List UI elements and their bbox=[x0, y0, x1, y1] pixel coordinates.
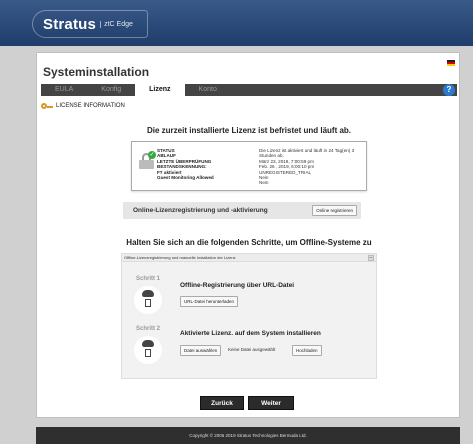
footer-copyright: Copyright © 2006 2019 Stratus Technologi… bbox=[36, 427, 460, 444]
license-headline: Die zurzeit installierte Lizenz ist befr… bbox=[146, 126, 352, 135]
step2-title: Aktivierte Lizenz. auf dem System instal… bbox=[180, 330, 321, 337]
accordion-header[interactable]: Offline-Lizenzregistrierung und manuelle… bbox=[122, 254, 376, 262]
top-bar: Stratus ztC Edge bbox=[0, 0, 473, 46]
step-lizenz: Lizenz bbox=[135, 84, 185, 96]
value-guest-monitoring: Nein bbox=[259, 180, 269, 186]
wizard-steps: EULA Konfig Lizenz Konto ? bbox=[41, 84, 457, 96]
label-guest-monitoring: Guest Monitoring Allowed bbox=[157, 175, 214, 181]
step-konfig: Konfig bbox=[101, 86, 122, 93]
step2-number: Schritt 2 bbox=[136, 326, 161, 332]
offline-accordion: Offline-Lizenzregistrierung und manuelle… bbox=[121, 253, 377, 379]
document-icon bbox=[145, 349, 151, 357]
help-icon[interactable]: ? bbox=[443, 84, 455, 96]
license-labels: STATUS ABLAUF LETZTE ÜBERPRÜFUNG BESTAND… bbox=[157, 148, 214, 180]
step-eula: EULA bbox=[55, 86, 74, 93]
document-icon bbox=[145, 299, 151, 307]
cloud-icon bbox=[142, 340, 154, 347]
no-file-selected-label: Keine Datei ausgewählt bbox=[228, 347, 276, 352]
download-url-file-button[interactable]: URL-Datei herunterladen bbox=[180, 296, 239, 307]
offline-headline: Halten Sie sich an die folgenden Schritt… bbox=[126, 238, 372, 247]
brand-sub: ztC Edge bbox=[100, 20, 133, 28]
value-status: Die Lizenz ist aktiviert und läuft in 24… bbox=[259, 148, 355, 159]
install-panel: Systeminstallation EULA Konfig Lizenz Ko… bbox=[36, 52, 460, 418]
step1-title: Offline-Registrierung über URL-Datei bbox=[180, 282, 295, 289]
online-registration-bar: Online-Lizenzregistrierung und -aktivier… bbox=[123, 202, 361, 219]
license-values: Die Lizenz ist aktiviert und läuft in 24… bbox=[259, 148, 366, 186]
back-button[interactable]: Zurück bbox=[200, 396, 244, 410]
online-registration-label: Online-Lizenzregistrierung und -aktivier… bbox=[133, 207, 268, 214]
brand-name: Stratus bbox=[43, 15, 97, 33]
lock-check-icon: ✓ bbox=[139, 151, 156, 169]
cloud-icon bbox=[142, 290, 154, 297]
step-konto: Konto bbox=[198, 86, 217, 93]
step1-number: Schritt 1 bbox=[136, 276, 161, 282]
key-icon bbox=[41, 101, 53, 111]
license-info-box: ✓ STATUS ABLAUF LETZTE ÜBERPRÜFUNG BESTA… bbox=[131, 141, 367, 191]
flag-icon[interactable] bbox=[447, 60, 455, 66]
register-online-button[interactable]: Online registrieren bbox=[312, 205, 357, 216]
step1-icon-circle bbox=[134, 286, 162, 314]
brand-logo: Stratus ztC Edge bbox=[32, 10, 148, 38]
upload-button[interactable]: Hochladen bbox=[292, 345, 322, 356]
section-title: LICENSE INFORMATION bbox=[56, 103, 125, 109]
choose-file-button[interactable]: Datei auswählen bbox=[180, 345, 222, 356]
collapse-toggle[interactable]: – bbox=[368, 255, 374, 261]
section-header: LICENSE INFORMATION bbox=[41, 101, 125, 111]
next-button[interactable]: Weiter bbox=[248, 396, 294, 410]
page-title: Systeminstallation bbox=[43, 65, 150, 79]
accordion-title: Offline-Lizenzregistrierung und manuelle… bbox=[124, 255, 236, 260]
step2-icon-circle bbox=[134, 336, 162, 364]
label-asset-id: BESTANDSKENNUNG: bbox=[157, 164, 207, 170]
